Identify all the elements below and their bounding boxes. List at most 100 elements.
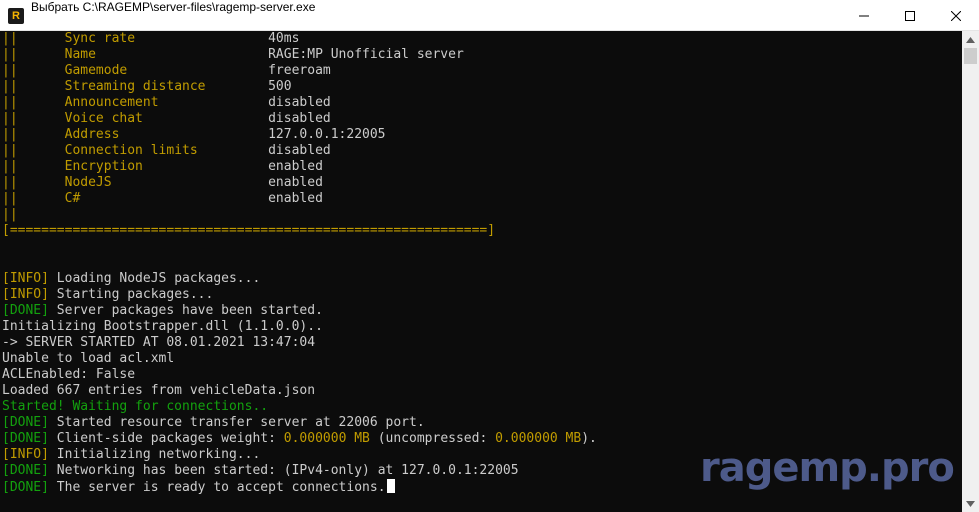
scroll-down-button[interactable] <box>962 495 979 512</box>
console-text: || <box>2 175 18 190</box>
console-text: Unable to load acl.xml <box>2 351 175 366</box>
console-text: NodeJS <box>17 175 269 190</box>
console-text: 0.000000 MB <box>495 431 582 446</box>
console-text: 0.000000 MB <box>283 431 370 446</box>
console-text: || <box>2 63 18 78</box>
console-line: || NodeJS enabled <box>2 175 323 191</box>
console-line: || Connection limits disabled <box>2 143 331 159</box>
console-text: || <box>2 127 18 142</box>
console-line: [=======================================… <box>2 223 495 239</box>
ragemp-logo-icon: R <box>8 8 24 24</box>
console-line: [DONE] Client-side packages weight: 0.00… <box>2 431 597 447</box>
console-line: Started! Waiting for connections.. <box>2 399 268 415</box>
console-line: [DONE] Server packages have been started… <box>2 303 323 319</box>
console-text: disabled <box>268 111 331 126</box>
console-line: [INFO] Initializing networking... <box>2 447 260 463</box>
console-text: [DONE] <box>2 415 49 430</box>
console-text: RAGE:MP Unofficial server <box>268 47 464 62</box>
console-text: Voice chat <box>17 111 269 126</box>
console-text: ). <box>581 431 597 446</box>
console-text: Networking has been started: (IPv4-only)… <box>48 463 519 478</box>
console-line: || Voice chat disabled <box>2 111 331 127</box>
maximize-button[interactable] <box>887 0 933 31</box>
console-text: Gamemode <box>17 63 269 78</box>
console-text: [=======================================… <box>2 223 496 238</box>
console-line: || <box>2 207 18 223</box>
console-output[interactable]: || Sync rate 40ms || Name RAGE:MP Unoffic… <box>0 31 962 512</box>
console-text: disabled <box>268 143 331 158</box>
console-text: [INFO] <box>2 447 49 462</box>
console-text: Encryption <box>17 159 269 174</box>
console-text: enabled <box>268 191 323 206</box>
chevron-down-icon <box>966 500 975 507</box>
console-text: Initializing Bootstrapper.dll (1.1.0.0).… <box>2 319 323 334</box>
minimize-button[interactable] <box>841 0 887 31</box>
console-text: || <box>2 159 18 174</box>
console-text: Name <box>17 47 269 62</box>
console-text: Initializing networking... <box>48 447 261 462</box>
console-text: Loading NodeJS packages... <box>48 271 261 286</box>
console-line: [DONE] The server is ready to accept con… <box>2 479 395 495</box>
console-text: 127.0.0.1:22005 <box>268 127 386 142</box>
console-line: || Streaming distance 500 <box>2 79 292 95</box>
console-text: 40ms <box>268 31 300 46</box>
close-icon <box>951 10 961 21</box>
console-line: || Address 127.0.0.1:22005 <box>2 127 386 143</box>
console-text: Loaded 667 entries from vehicleData.json <box>2 383 316 398</box>
console-text: Announcement <box>17 95 269 110</box>
console-text: [DONE] <box>2 303 49 318</box>
console-line: || Name RAGE:MP Unofficial server <box>2 47 464 63</box>
console-text: (uncompressed: <box>369 431 496 446</box>
console-text: Streaming distance <box>17 79 269 94</box>
watermark: ragemp.pro <box>700 445 955 491</box>
console-text: || <box>2 191 18 206</box>
console-text: C# <box>17 191 269 206</box>
console-text: Client-side packages weight: <box>48 431 284 446</box>
console-text: [INFO] <box>2 287 49 302</box>
console-text: -> SERVER STARTED AT 08.01.2021 13:47:04 <box>2 335 316 350</box>
scroll-thumb[interactable] <box>964 48 977 64</box>
console-text: Sync rate <box>17 31 269 46</box>
console-text: Connection limits <box>17 143 269 158</box>
console-line: [DONE] Networking has been started: (IPv… <box>2 463 519 479</box>
scroll-up-button[interactable] <box>962 31 979 48</box>
console-line: || Announcement disabled <box>2 95 331 111</box>
title-bar[interactable]: R Выбрать C:\RAGEMP\server-files\ragemp-… <box>0 0 979 31</box>
maximize-icon <box>905 10 915 21</box>
console-line: Initializing Bootstrapper.dll (1.1.0.0).… <box>2 319 323 335</box>
console-text: freeroam <box>268 63 331 78</box>
console-text: Starting packages... <box>48 287 214 302</box>
console-text: || <box>2 47 18 62</box>
console-line: Loaded 667 entries from vehicleData.json <box>2 383 315 399</box>
text-cursor <box>386 479 395 493</box>
console-line: || Gamemode freeroam <box>2 63 331 79</box>
console-text: ACLEnabled: False <box>2 367 136 382</box>
console-text: Started resource transfer server at 2200… <box>48 415 425 430</box>
console-text: 500 <box>268 79 292 94</box>
vertical-scrollbar[interactable] <box>962 31 979 512</box>
console-text: || <box>2 31 18 46</box>
chevron-up-icon <box>966 36 975 43</box>
console-text: || <box>2 111 18 126</box>
console-text: The server is ready to accept connection… <box>48 480 386 495</box>
console-line: -> SERVER STARTED AT 08.01.2021 13:47:04 <box>2 335 315 351</box>
console-text: [DONE] <box>2 463 49 478</box>
console-line: || Encryption enabled <box>2 159 323 175</box>
console-text: enabled <box>268 159 323 174</box>
console-line: Unable to load acl.xml <box>2 351 174 367</box>
console-text: Started! Waiting for connections.. <box>2 399 269 414</box>
close-button[interactable] <box>933 0 979 31</box>
console-text: || <box>2 143 18 158</box>
console-line: [DONE] Started resource transfer server … <box>2 415 425 431</box>
console-text: Address <box>17 127 269 142</box>
console-text: disabled <box>268 95 331 110</box>
console-text: [DONE] <box>2 431 49 446</box>
console-text: Server packages have been started. <box>48 303 323 318</box>
console-line: || C# enabled <box>2 191 323 207</box>
minimize-icon <box>859 15 869 16</box>
window-title: Выбрать C:\RAGEMP\server-files\ragemp-se… <box>31 0 316 14</box>
console-line: || Sync rate 40ms <box>2 31 299 47</box>
console-text: [INFO] <box>2 271 49 286</box>
console-text: || <box>2 79 18 94</box>
console-line: ACLEnabled: False <box>2 367 135 383</box>
